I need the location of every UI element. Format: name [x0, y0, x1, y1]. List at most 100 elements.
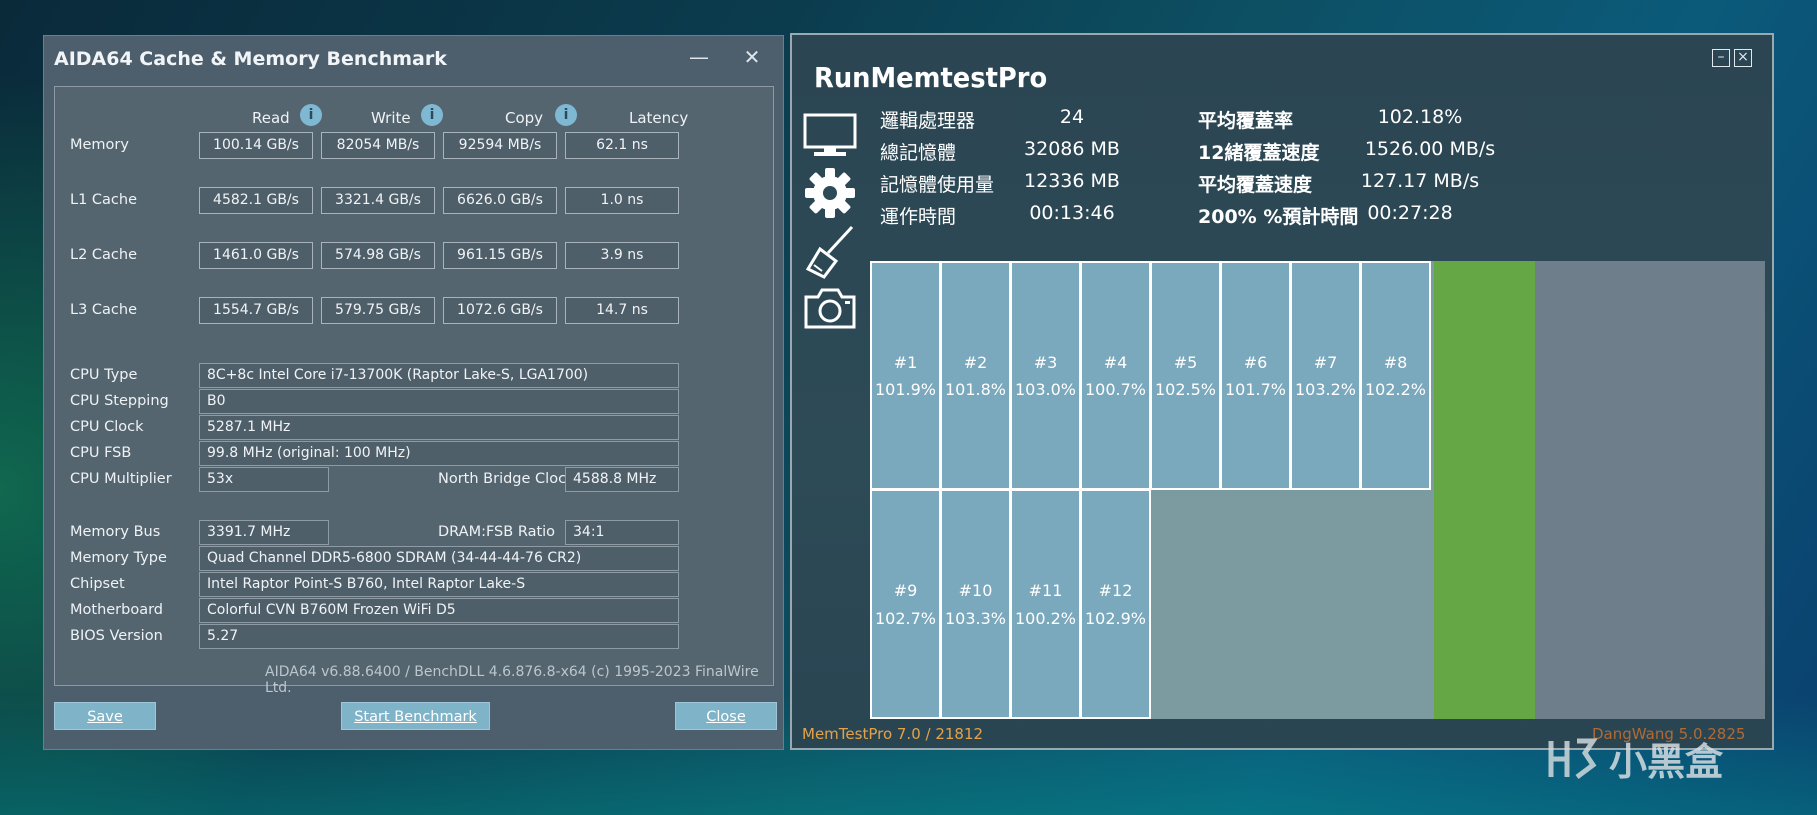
- l2-write: 574.98 GB/s: [321, 242, 435, 269]
- l1-latency: 1.0 ns: [565, 187, 679, 214]
- thread-id: #10: [958, 581, 993, 601]
- monitor-icon[interactable]: [802, 113, 858, 163]
- cpu-multiplier-value: 53x: [199, 467, 329, 492]
- minimize-button[interactable]: —: [684, 44, 714, 70]
- grid-gray-area: [1535, 261, 1765, 719]
- thread-coverage: 101.7%: [1224, 380, 1286, 399]
- mtp-title: RunMemtestPro: [814, 61, 1048, 94]
- cpu-type-value: 8C+8c Intel Core i7-13700K (Raptor Lake-…: [199, 363, 679, 388]
- close-window-button[interactable]: ×: [1734, 49, 1752, 67]
- thread-id: #4: [1103, 353, 1128, 372]
- close-button[interactable]: Close: [675, 702, 777, 730]
- aida64-window: AIDA64 Cache & Memory Benchmark — ✕ Read…: [43, 35, 784, 750]
- eta-value: 00:27:28: [1367, 202, 1453, 224]
- gear-icon[interactable]: [802, 165, 858, 225]
- row-label-l3: L3 Cache: [70, 302, 138, 318]
- broom-icon[interactable]: [802, 223, 858, 285]
- logical-cpu-value: 24: [1059, 106, 1085, 128]
- row-label-l1: L1 Cache: [70, 192, 138, 208]
- memory-bus-label: Memory Bus: [70, 524, 161, 540]
- avg-cover-label: 平均覆蓋率: [1198, 110, 1294, 132]
- l3-write: 579.75 GB/s: [321, 297, 435, 324]
- thread-coverage: 101.8%: [944, 380, 1006, 399]
- thread-id: #2: [963, 353, 988, 372]
- write-info-icon[interactable]: i: [421, 104, 443, 126]
- aida-window-title: AIDA64 Cache & Memory Benchmark: [54, 48, 447, 70]
- l3-latency: 14.7 ns: [565, 297, 679, 324]
- cpu-multiplier-label: CPU Multiplier: [70, 471, 172, 487]
- progress-column: [1434, 261, 1535, 719]
- chipset-label: Chipset: [70, 576, 125, 592]
- col-latency: Latency: [629, 109, 689, 127]
- cpu-fsb-label: CPU FSB: [70, 445, 132, 461]
- copy-info-icon[interactable]: i: [555, 104, 577, 126]
- memory-type-value: Quad Channel DDR5-6800 SDRAM (34-44-44-7…: [199, 546, 679, 571]
- l2-copy: 961.15 GB/s: [443, 242, 557, 269]
- run-time-value: 00:13:46: [1029, 202, 1115, 224]
- nb-clock-value: 4588.8 MHz: [565, 467, 679, 492]
- thread-coverage: 103.2%: [1294, 380, 1356, 399]
- thread-cell-5: #5 102.5%: [1150, 261, 1221, 490]
- thread-id: #3: [1033, 353, 1058, 372]
- avg-speed-value: 127.17 MB/s: [1360, 170, 1480, 192]
- thread-coverage: 103.3%: [944, 608, 1006, 628]
- total-mem-label: 總記憶體: [880, 142, 957, 164]
- grid-empty-area: [1150, 489, 1434, 719]
- dram-ratio-label: DRAM:FSB Ratio: [438, 524, 556, 540]
- thread-id: #1: [893, 353, 918, 372]
- thread-cell-7: #7 103.2%: [1290, 261, 1361, 490]
- thread-coverage: 100.2%: [1014, 608, 1076, 628]
- total-mem-value: 32086 MB: [1024, 138, 1120, 160]
- thread-grid: #1 101.9% #2 101.8% #3 103.0% #4 100.7% …: [870, 261, 1765, 719]
- logical-cpu-label: 邏輯處理器: [880, 110, 976, 132]
- cpu-fsb-value: 99.8 MHz (original: 100 MHz): [199, 441, 679, 466]
- minimize-button[interactable]: –: [1712, 49, 1730, 67]
- thread-cell-1: #1 101.9%: [870, 261, 941, 490]
- l1-write: 3321.4 GB/s: [321, 187, 435, 214]
- cpu-type-label: CPU Type: [70, 367, 138, 383]
- watermark-text: 小黑盒: [1609, 740, 1724, 784]
- memory-write: 82054 MB/s: [321, 132, 435, 159]
- memory-copy: 92594 MB/s: [443, 132, 557, 159]
- col-read: Read: [252, 109, 290, 127]
- camera-icon[interactable]: [802, 285, 858, 335]
- thread-coverage: 102.2%: [1364, 380, 1426, 399]
- l1-copy: 6626.0 GB/s: [443, 187, 557, 214]
- save-button[interactable]: Save: [54, 702, 156, 730]
- thread-coverage: 102.9%: [1084, 608, 1146, 628]
- memory-read: 100.14 GB/s: [199, 132, 313, 159]
- start-benchmark-button[interactable]: Start Benchmark: [341, 702, 490, 730]
- close-window-button[interactable]: ✕: [737, 44, 767, 70]
- thread12-speed-value: 1526.00 MB/s: [1364, 138, 1496, 160]
- motherboard-label: Motherboard: [70, 602, 164, 618]
- thread-coverage: 100.7%: [1084, 380, 1146, 399]
- thread-id: #7: [1313, 353, 1338, 372]
- chipset-value: Intel Raptor Point-S B760, Intel Raptor …: [199, 572, 679, 597]
- thread-coverage: 102.5%: [1154, 380, 1216, 399]
- xiaoheihe-watermark: 小黑盒: [1545, 733, 1775, 785]
- avg-cover-value: 102.18%: [1377, 106, 1463, 128]
- eta-label: 200% %預計時間: [1198, 206, 1359, 228]
- thread-id: #12: [1098, 581, 1133, 601]
- dram-ratio-value: 34:1: [565, 520, 679, 545]
- thread-cell-3: #3 103.0%: [1010, 261, 1081, 490]
- thread-id: #6: [1243, 353, 1268, 372]
- read-info-icon[interactable]: i: [300, 104, 322, 126]
- memory-bus-value: 3391.7 MHz: [199, 520, 329, 545]
- mtp-version: MemTestPro 7.0 / 21812: [802, 725, 984, 743]
- thread-cell-6: #6 101.7%: [1220, 261, 1291, 490]
- row-label-l2: L2 Cache: [70, 247, 138, 263]
- benchmark-panel: Read i Write i Copy i Latency Memory 100…: [54, 86, 774, 696]
- thread-coverage: 101.9%: [874, 380, 936, 399]
- bios-label: BIOS Version: [70, 628, 163, 644]
- memory-type-label: Memory Type: [70, 550, 167, 566]
- aida-footer: AIDA64 v6.88.6400 / BenchDLL 4.6.876.8-x…: [265, 664, 759, 696]
- thread-id: #8: [1383, 353, 1408, 372]
- row-label-memory: Memory: [70, 137, 129, 153]
- thread-coverage: 102.7%: [874, 608, 936, 628]
- cpu-stepping-value: B0: [199, 389, 679, 414]
- thread-id: #11: [1028, 581, 1063, 601]
- thread-cell-2: #2 101.8%: [940, 261, 1011, 490]
- cpu-clock-value: 5287.1 MHz: [199, 415, 679, 440]
- thread-cell-9: #9 102.7%: [870, 489, 941, 719]
